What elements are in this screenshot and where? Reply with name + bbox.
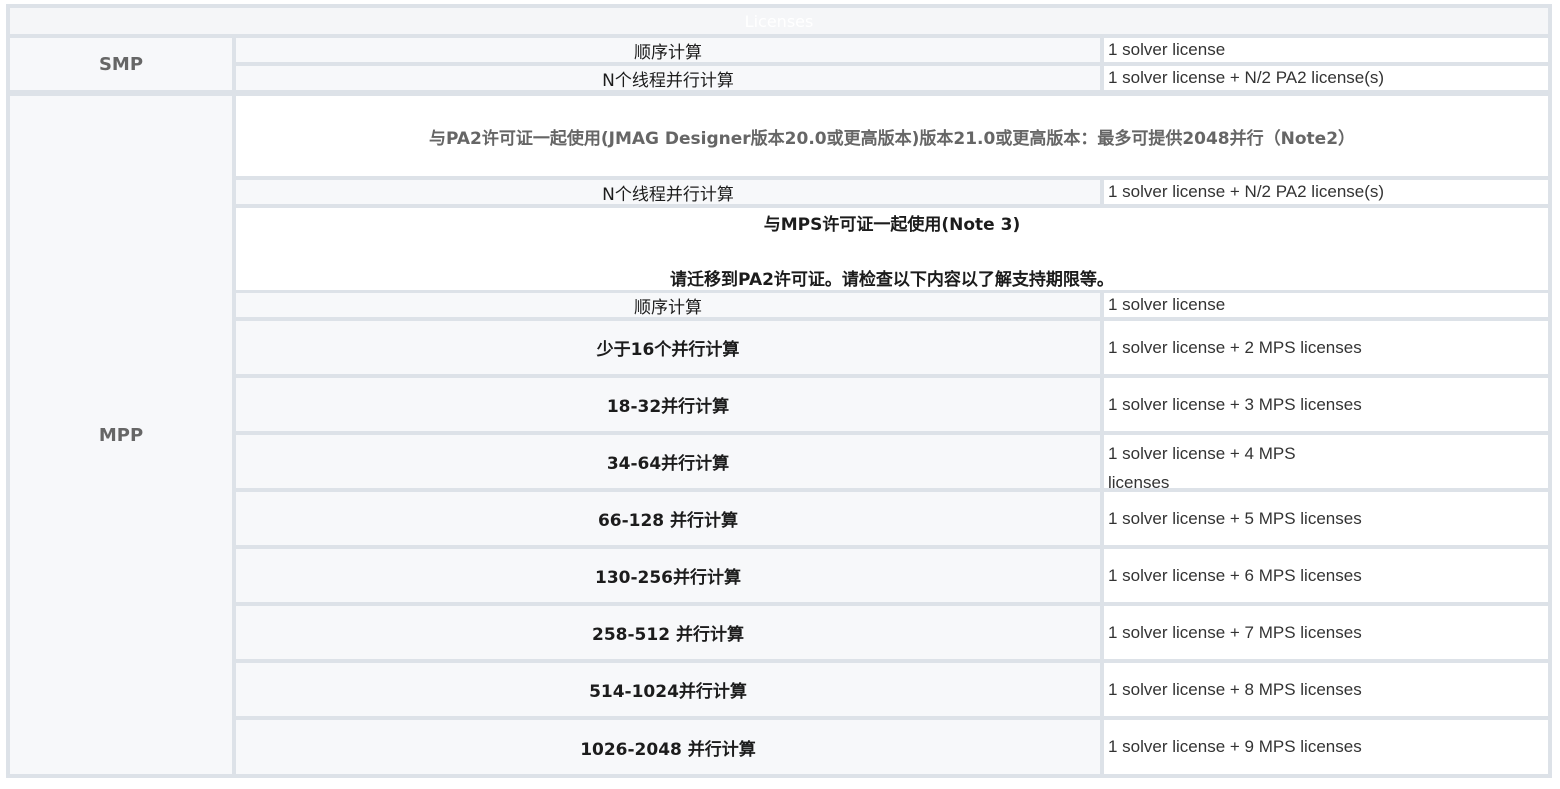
pa2-row-label: N个线程并行计算 bbox=[236, 180, 1100, 204]
mps-row-value: 1 solver license + 5 MPS licenses bbox=[1104, 492, 1548, 545]
mps-row-value-filler bbox=[1326, 435, 1548, 488]
mps-row-label: 1026-2048 并行计算 bbox=[236, 720, 1100, 774]
mps-row-value: 1 solver license + 7 MPS licenses bbox=[1104, 606, 1548, 659]
mps-row-value: 1 solver license + 6 MPS licenses bbox=[1104, 549, 1548, 602]
mps-row-value: 1 solver license + 3 MPS licenses bbox=[1104, 378, 1548, 431]
mpp-label: MPP bbox=[10, 96, 232, 774]
mps-row-label: 258-512 并行计算 bbox=[236, 606, 1100, 659]
smp-row-label: 顺序计算 bbox=[236, 38, 1100, 62]
mps-note-line2: 请迁移到PA2许可证。请检查以下内容以了解支持期限等。 bbox=[670, 270, 1114, 290]
pa2-row-value: 1 solver license + N/2 PA2 license(s) bbox=[1104, 180, 1548, 204]
mps-row-label: 少于16个并行计算 bbox=[236, 321, 1100, 374]
mps-row-label: 34-64并行计算 bbox=[236, 435, 1100, 488]
mps-row-value: 1 solver license + 2 MPS licenses bbox=[1104, 321, 1548, 374]
table-header: Licenses bbox=[10, 8, 1548, 34]
smp-row-value: 1 solver license + N/2 PA2 license(s) bbox=[1104, 66, 1548, 90]
mps-row-value: 1 solver license + 8 MPS licenses bbox=[1104, 663, 1548, 716]
pa2-note: 与PA2许可证一起使用(JMAG Designer版本20.0或更高版本)版本2… bbox=[236, 96, 1548, 176]
mps-row-value: 1 solver license + 4 MPS licenses bbox=[1104, 435, 1326, 488]
mps-note-line1: 与MPS许可证一起使用(Note 3) bbox=[763, 215, 1021, 235]
smp-row-value: 1 solver license bbox=[1104, 38, 1548, 62]
mps-row-label: 66-128 并行计算 bbox=[236, 492, 1100, 545]
mps-row-label: 130-256并行计算 bbox=[236, 549, 1100, 602]
mps-row-value: 1 solver license bbox=[1104, 293, 1548, 317]
mps-row-value: 1 solver license + 9 MPS licenses bbox=[1104, 720, 1548, 774]
mps-row-label: 顺序计算 bbox=[236, 293, 1100, 317]
smp-label: SMP bbox=[10, 38, 232, 90]
mps-row-label: 514-1024并行计算 bbox=[236, 663, 1100, 716]
smp-row-label: N个线程并行计算 bbox=[236, 66, 1100, 90]
mps-row-label: 18-32并行计算 bbox=[236, 378, 1100, 431]
mps-note: 与MPS许可证一起使用(Note 3) 请迁移到PA2许可证。请检查以下内容以了… bbox=[236, 208, 1548, 290]
